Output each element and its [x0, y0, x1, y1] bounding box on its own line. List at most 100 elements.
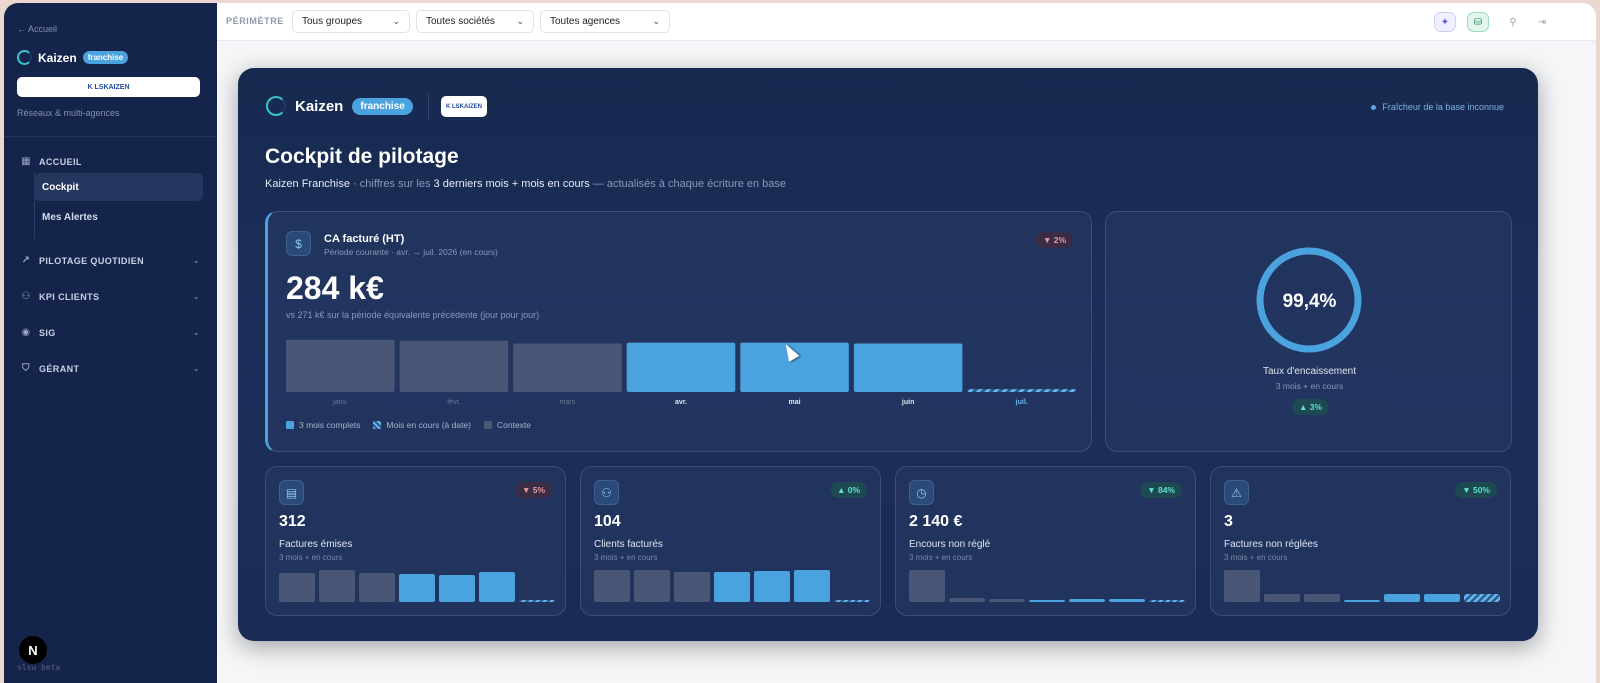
- revenue-delta-badge: ▼ 2%: [1035, 232, 1073, 248]
- database-icon: ⛁: [1473, 16, 1483, 28]
- nav-section-sig[interactable]: ◉ SIG ⌄: [20, 327, 200, 338]
- franchise-badge: franchise: [82, 51, 129, 64]
- warning-icon: ⚠: [1224, 480, 1249, 505]
- revenue-title: CA facturé (HT): [324, 233, 405, 245]
- nav-section-kpi-clients[interactable]: ⚇ KPI CLIENTS ⌄: [20, 291, 200, 302]
- panel-brand-name: Kaizen: [295, 97, 344, 115]
- nav-section-accueil[interactable]: ▦ ACCUEIL: [20, 156, 200, 167]
- revenue-bar[interactable]: [399, 340, 509, 392]
- panel-brand: Kaizen franchise: [266, 96, 413, 116]
- legend-label: 3 mois complets: [299, 420, 361, 430]
- legend-item: Contexte: [484, 420, 531, 430]
- sidebar-brand[interactable]: Kaizen franchise: [17, 50, 129, 65]
- revenue-legend: 3 mois complets Mois en cours (à date) C…: [286, 420, 531, 430]
- user-button[interactable]: ⚲: [1502, 12, 1524, 32]
- companies-select-value: Toutes sociétés: [426, 16, 495, 27]
- nav-section-gerant[interactable]: ⛉ GÉRANT ⌄: [20, 363, 200, 374]
- legend-label: Mois en cours (à date): [386, 420, 471, 430]
- perimeter-label: PÉRIMÈTRE: [226, 16, 284, 26]
- pin-icon: ◉: [21, 327, 31, 338]
- freshness-indicator: Fraîcheur de la base inconnue: [1371, 102, 1504, 112]
- revenue-value: 284 k€: [286, 270, 384, 306]
- kpi-card-unpaid[interactable]: ⚠ ▼ 50% 3 Factures non réglées 3 mois + …: [1210, 466, 1511, 616]
- kpi-bar: [1464, 594, 1500, 602]
- chevron-down-icon: ⌄: [652, 16, 660, 26]
- collection-rate-card[interactable]: 99,4% Taux d'encaissement 3 mois + en co…: [1105, 211, 1512, 452]
- kpi-value: 2 140 €: [909, 513, 963, 530]
- revenue-bar[interactable]: [967, 389, 1076, 392]
- subtitle-suffix: — actualisés à chaque écriture en base: [589, 178, 787, 190]
- kpi-label: Clients facturés: [594, 539, 663, 550]
- clock-icon: ◷: [909, 480, 934, 505]
- brand-name: Kaizen: [38, 50, 77, 65]
- kpi-bar: [319, 570, 355, 602]
- kpi-card-invoices[interactable]: ▤ ▼ 5% 312 Factures émises 3 mois + en c…: [265, 466, 566, 616]
- back-to-home-link[interactable]: ← Accueil: [17, 24, 57, 34]
- revenue-comparison: vs 271 k€ sur la période équivalente pré…: [286, 310, 540, 320]
- x-tick-label: janv.: [332, 399, 347, 406]
- chevron-down-icon: ⌄: [516, 16, 524, 26]
- kpi-bar: [1149, 600, 1185, 602]
- revenue-bar[interactable]: [513, 343, 622, 392]
- cockpit-panel: Kaizen franchise K LSKAIZEN Fraîcheur de…: [238, 68, 1538, 641]
- legend-swatch: [373, 421, 382, 429]
- kpi-bar: [714, 572, 750, 602]
- kpi-bar: [1304, 594, 1340, 602]
- revenue-bar[interactable]: [626, 342, 736, 392]
- legend-swatch: [484, 421, 492, 429]
- status-dot-icon: [1371, 104, 1377, 110]
- x-tick-label: févr.: [447, 399, 460, 406]
- logo-text: K LSKAIZEN: [446, 103, 482, 110]
- logout-button[interactable]: ⇥: [1531, 12, 1553, 32]
- revenue-bar[interactable]: [286, 339, 395, 392]
- subtitle-highlight: 3 derniers mois + mois en cours: [433, 178, 590, 190]
- sidebar-divider: [4, 136, 217, 137]
- database-button[interactable]: ⛁: [1467, 12, 1489, 32]
- network-label: Réseaux & multi-agences: [17, 108, 120, 118]
- nav-section-label: ACCUEIL: [39, 156, 82, 167]
- kpi-sparkbars: [594, 570, 870, 602]
- kpi-bar: [1264, 594, 1300, 602]
- page-subtitle: Kaizen Franchise · chiffres sur les 3 de…: [265, 178, 786, 190]
- nextjs-dev-button[interactable]: N: [19, 636, 47, 664]
- header-divider: [428, 94, 429, 120]
- x-tick-label: juil.: [1015, 399, 1028, 406]
- kpi-bar: [674, 572, 710, 602]
- kpi-delta-badge: ▼ 50%: [1455, 482, 1497, 498]
- nav-section-pilotage[interactable]: ↗ PILOTAGE QUOTIDIEN ⌄: [20, 255, 200, 266]
- kpi-card-outstanding[interactable]: ◷ ▼ 84% 2 140 € Encours non réglé 3 mois…: [895, 466, 1196, 616]
- kpi-bar: [279, 573, 315, 602]
- chevron-down-icon: ⌄: [392, 16, 400, 26]
- sparkle-button[interactable]: ✦: [1434, 12, 1456, 32]
- kpi-bar: [519, 600, 555, 602]
- kpi-card-clients[interactable]: ⚇ ▲ 0% 104 Clients facturés 3 mois + en …: [580, 466, 881, 616]
- brand-ring-icon: [266, 96, 286, 116]
- kpi-delta-badge: ▼ 84%: [1140, 482, 1182, 498]
- agencies-select[interactable]: Toutes agences ⌄: [540, 10, 670, 33]
- sidebar-item-cockpit[interactable]: Cockpit: [34, 173, 203, 201]
- nav-section-label: GÉRANT: [39, 363, 80, 374]
- revenue-card[interactable]: $ CA facturé (HT) Période courante · avr…: [265, 211, 1092, 452]
- sparkle-icon: ✦: [1440, 16, 1450, 28]
- kpi-bar: [1224, 570, 1260, 602]
- groups-select[interactable]: Tous groupes ⌄: [292, 10, 410, 33]
- grid-icon: ▦: [21, 156, 31, 167]
- kpi-sub: 3 mois + en cours: [279, 553, 343, 562]
- sidebar-item-alertes[interactable]: Mes Alertes: [34, 203, 203, 231]
- companies-select[interactable]: Toutes sociétés ⌄: [416, 10, 534, 33]
- kpi-delta-badge: ▲ 0%: [829, 482, 867, 498]
- kpi-bar: [1109, 599, 1145, 602]
- panel-franchise-badge: franchise: [352, 97, 413, 115]
- legend-item: 3 mois complets: [286, 420, 360, 430]
- document-icon: ▤: [279, 480, 304, 505]
- logo-text: K LSKAIZEN: [87, 83, 130, 91]
- app-frame: ← Accueil Kaizen franchise K LSKAIZEN Ré…: [4, 3, 1596, 683]
- shield-icon: ⛉: [22, 363, 30, 374]
- sidebar-item-label: Mes Alertes: [42, 211, 98, 223]
- groups-select-value: Tous groupes: [302, 16, 363, 27]
- revenue-bar[interactable]: [853, 343, 963, 392]
- chevron-down-icon: ⌄: [192, 328, 200, 337]
- kpi-value: 104: [594, 513, 621, 530]
- kpi-sparkbars: [1224, 570, 1500, 602]
- nav-section-label: SIG: [39, 327, 56, 338]
